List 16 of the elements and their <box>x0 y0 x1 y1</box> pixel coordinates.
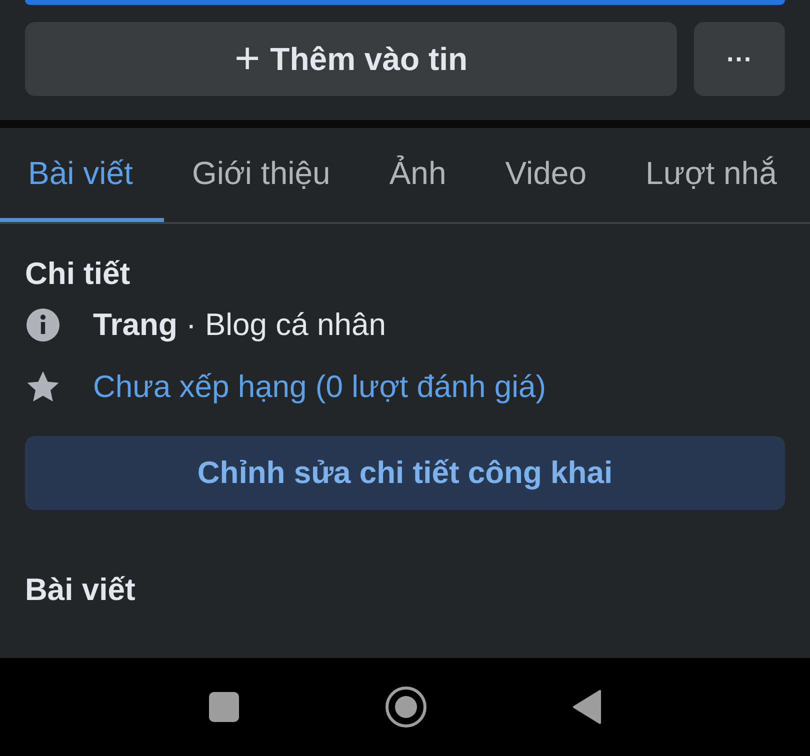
more-button[interactable]: ··· <box>694 22 785 96</box>
edit-details-button[interactable]: Chỉnh sửa chi tiết công khai <box>25 436 785 510</box>
tab[interactable]: Bài viết <box>0 128 164 222</box>
back-icon[interactable] <box>572 689 602 725</box>
home-icon[interactable] <box>385 686 427 728</box>
tab[interactable]: Giới thiệu <box>164 128 362 222</box>
section-title: Chi tiết <box>25 255 132 293</box>
rating-link[interactable]: Chưa xếp hạng (0 lượt đánh giá) <box>93 369 546 405</box>
page-category: Trang · Blog cá nhân <box>93 307 386 343</box>
tab[interactable]: Lượt nhắ <box>618 128 808 222</box>
recent-apps-icon[interactable] <box>208 691 240 723</box>
add-to-story-button[interactable]: + Thêm vào tin <box>25 22 677 96</box>
tab[interactable]: Ảnh <box>361 128 478 222</box>
tab[interactable]: Video <box>477 128 618 222</box>
info-icon <box>25 307 61 343</box>
section-title: Bài viết <box>25 571 136 609</box>
